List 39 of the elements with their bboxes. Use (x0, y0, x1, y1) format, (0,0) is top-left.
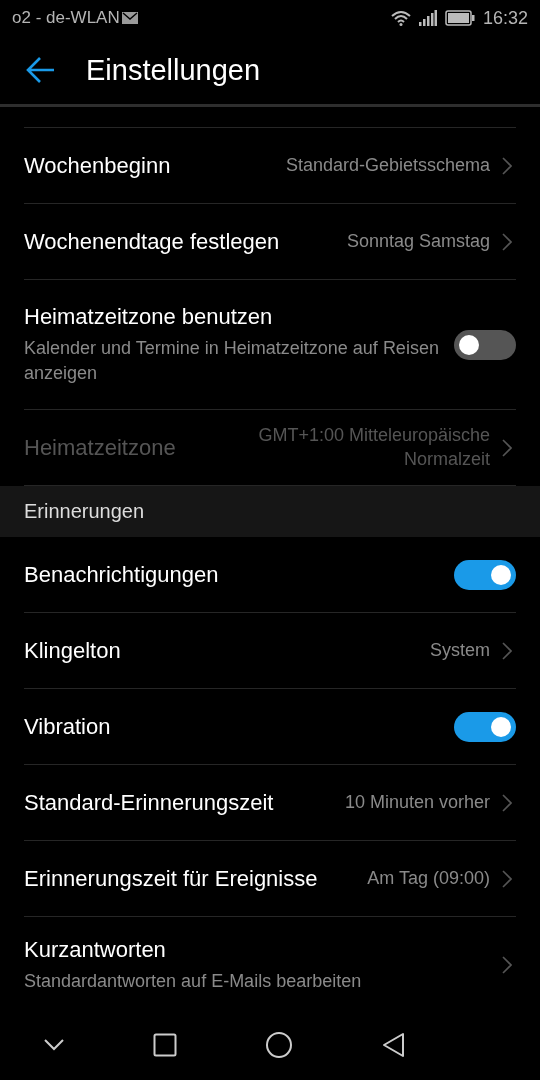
setting-value: Am Tag (09:00) (367, 866, 490, 890)
carrier-name: o2 - de-WLAN (12, 8, 120, 28)
chevron-icon[interactable] (502, 232, 512, 251)
toggle-switch[interactable] (454, 559, 516, 590)
setting-title[interactable]: Benachrichtigungen (24, 561, 442, 588)
chevron-down-icon[interactable] (44, 1039, 65, 1051)
chevron-icon[interactable] (502, 641, 512, 660)
home-icon[interactable] (265, 1031, 294, 1059)
setting-title[interactable]: Klingelton (24, 637, 418, 664)
wifi-icon (390, 10, 411, 26)
setting-title[interactable]: Heimatzeitzone benutzen (24, 304, 442, 331)
setting-value: 10 Minuten vorher (344, 790, 490, 814)
setting-value: GMT+1:00 Mitteleuropäische Normalzeit (257, 424, 490, 471)
screen-title: Einstellungen (86, 53, 261, 87)
setting-description: Standardantworten auf E-Mails bearbeiten (24, 969, 363, 993)
setting-title[interactable]: Wochenendtage festlegen (24, 228, 335, 255)
mail-icon (121, 12, 138, 24)
setting-title[interactable]: Standard-Erinnerungszeit (24, 789, 333, 816)
setting-description: Kalender und Termine in Heimatzeitzone auf Reisen anzeigen (24, 337, 440, 385)
chevron-icon[interactable] (502, 793, 512, 812)
battery-icon (444, 10, 475, 26)
clock-time: 16:32 (482, 7, 528, 29)
setting-title[interactable]: Wochenbeginn (24, 152, 274, 179)
toggle-switch[interactable] (454, 711, 516, 742)
back-arrow-icon[interactable] (26, 55, 56, 85)
chevron-icon[interactable] (502, 956, 512, 974)
setting-value: Sonntag Samstag (346, 229, 490, 253)
section-header: Erinnerungen (0, 486, 540, 537)
back-icon[interactable] (381, 1032, 406, 1058)
setting-value: Standard-Gebietsschema (285, 153, 490, 177)
setting-title[interactable]: Erinnerungszeit für Ereignisse (24, 865, 356, 892)
setting-value: System (430, 638, 490, 662)
signal-icon (418, 10, 437, 26)
recents-icon[interactable] (152, 1033, 177, 1057)
toggle-switch[interactable] (454, 329, 516, 360)
setting-title[interactable]: Kurzantworten (24, 936, 490, 963)
setting-title[interactable]: Vibration (24, 713, 442, 740)
chevron-icon[interactable] (502, 869, 512, 888)
chevron-icon[interactable] (502, 156, 512, 175)
